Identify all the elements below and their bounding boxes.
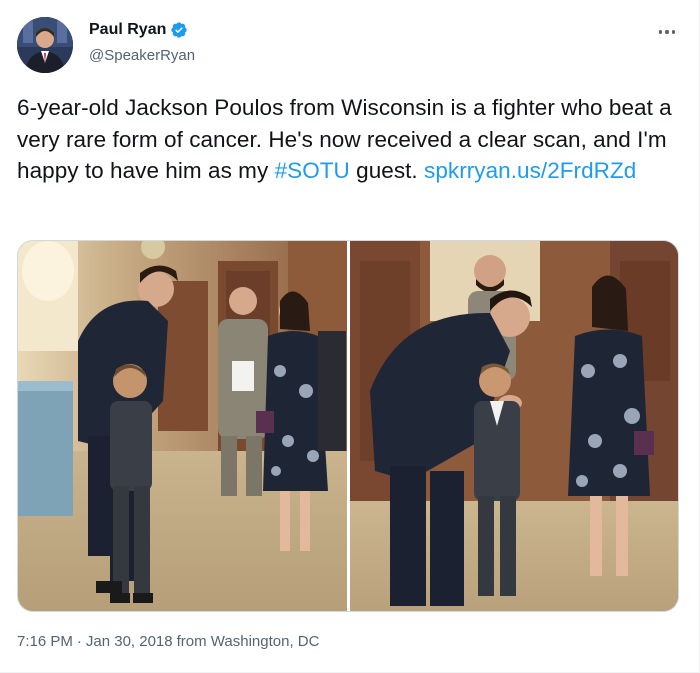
dot [671,30,676,34]
dot [665,30,669,34]
author-handle[interactable]: @SpeakerRyan [89,47,195,64]
verified-badge-icon [170,21,188,39]
photo-right-image-icon [349,241,678,611]
display-name[interactable]: Paul Ryan [89,21,166,39]
time: 7:16 PM [17,633,73,650]
separator: · [76,633,82,650]
more-options-icon[interactable] [652,22,682,42]
author-name-row: Paul Ryan [89,21,188,39]
hashtag-link[interactable]: #SOTU [275,158,350,183]
photo-left-image-icon [18,241,347,611]
date: Jan 30, 2018 [85,633,173,650]
tweet-text-tail: guest. [349,158,425,183]
tweet-timestamp[interactable]: 7:16 PM · Jan 30, 2018 from Washington, … [17,633,319,650]
location: from Washington, DC [176,633,320,650]
tweet-text: 6-year-old Jackson Poulos from Wisconsin… [17,92,683,187]
avatar[interactable] [17,17,73,73]
dot [658,30,663,34]
photo-left[interactable] [18,241,347,611]
tweet-card: Paul Ryan @SpeakerRyan 6-year-old Jackso… [0,0,700,673]
url-link[interactable]: spkrryan.us/2FrdRZd [424,158,636,183]
profile-photo-icon [17,17,73,73]
media-grid [17,240,679,612]
photo-right[interactable] [349,241,678,611]
